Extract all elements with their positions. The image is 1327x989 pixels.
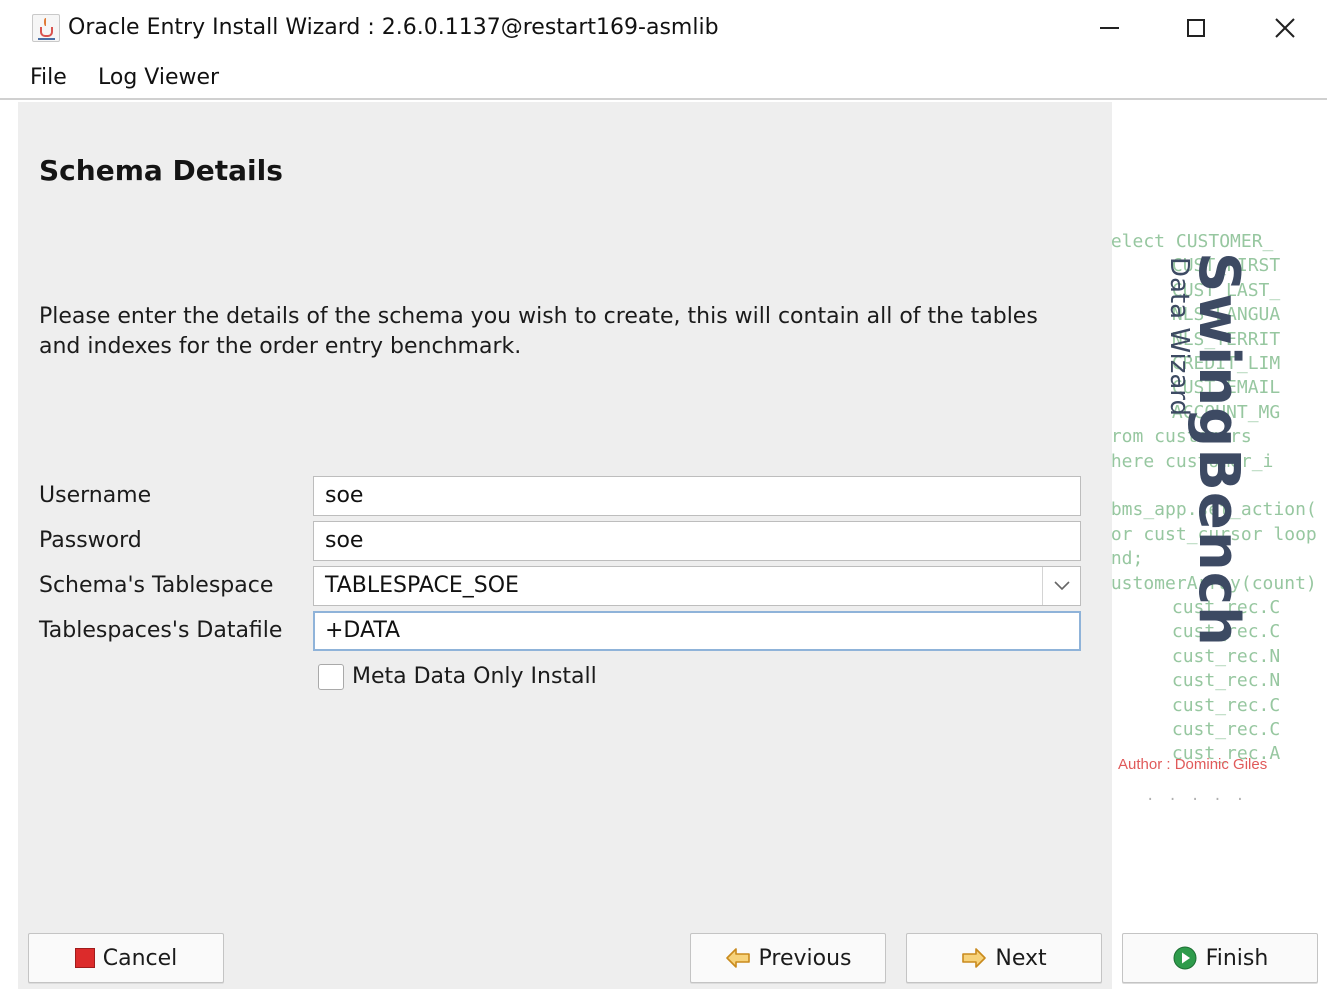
next-label: Next bbox=[995, 945, 1047, 971]
username-field[interactable]: soe bbox=[313, 476, 1081, 516]
page-description: Please enter the details of the schema y… bbox=[39, 304, 1038, 359]
minimize-button[interactable] bbox=[1086, 8, 1132, 48]
tablespace-selected-value: TABLESPACE_SOE bbox=[325, 573, 519, 598]
window-title: Oracle Entry Install Wizard : 2.6.0.1137… bbox=[68, 15, 719, 40]
next-button[interactable]: Next bbox=[906, 933, 1102, 983]
previous-label: Previous bbox=[758, 945, 852, 971]
banner-code-line: cust_rec.N bbox=[1112, 670, 1281, 692]
banner-brand: SwingBench bbox=[1186, 252, 1251, 647]
java-coffee-cup-icon bbox=[32, 14, 60, 42]
datafile-label: Tablespaces's Datafile bbox=[39, 618, 283, 643]
arrow-right-icon bbox=[962, 948, 987, 968]
banner-code-line: end; bbox=[1112, 548, 1144, 570]
banner-code-line: cust_rec.C bbox=[1112, 719, 1281, 740]
password-field[interactable]: soe bbox=[313, 521, 1081, 561]
close-icon bbox=[1275, 18, 1295, 38]
page-title: Schema Details bbox=[39, 154, 283, 187]
banner-author: Author : Dominic Giles bbox=[1118, 756, 1268, 773]
banner-code-line: cust_rec.C bbox=[1112, 694, 1281, 716]
menu-log-viewer[interactable]: Log Viewer bbox=[98, 64, 219, 92]
maximize-icon bbox=[1187, 19, 1205, 37]
title-bar: Oracle Entry Install Wizard : 2.6.0.1137… bbox=[0, 0, 1327, 56]
username-label: Username bbox=[39, 483, 152, 508]
finish-label: Finish bbox=[1205, 945, 1269, 971]
banner-dots: ..... bbox=[1146, 788, 1259, 804]
cancel-button[interactable]: Cancel bbox=[28, 933, 224, 983]
wizard-content-panel: Schema Details Please enter the details … bbox=[18, 102, 1318, 989]
menu-file[interactable]: File bbox=[30, 64, 67, 92]
datafile-field[interactable]: +DATA bbox=[313, 611, 1081, 651]
arrow-left-icon bbox=[725, 948, 750, 968]
meta-data-only-checkbox[interactable] bbox=[318, 664, 344, 690]
finish-button[interactable]: Finish bbox=[1122, 933, 1318, 983]
dropdown-arrow-button[interactable] bbox=[1042, 567, 1080, 605]
play-circle-icon bbox=[1173, 946, 1197, 970]
stop-icon bbox=[74, 948, 95, 968]
close-button[interactable] bbox=[1262, 8, 1308, 48]
banner-code-line: cust_rec.N bbox=[1112, 645, 1281, 667]
banner-code-line: select CUSTOMER_ bbox=[1112, 231, 1274, 252]
tablespace-label: Schema's Tablespace bbox=[39, 573, 274, 598]
previous-button[interactable]: Previous bbox=[690, 933, 886, 983]
chevron-down-icon bbox=[1053, 581, 1070, 591]
tablespace-select[interactable]: TABLESPACE_SOE bbox=[313, 566, 1081, 606]
menu-bar: File Log Viewer bbox=[0, 56, 1327, 100]
swingbench-banner: select CUSTOMER_ CUST_FIRST CUST_LAST_ N… bbox=[1112, 102, 1319, 922]
password-label: Password bbox=[39, 528, 142, 553]
cancel-label: Cancel bbox=[102, 945, 178, 971]
meta-data-only-label[interactable]: Meta Data Only Install bbox=[352, 662, 597, 692]
maximize-button[interactable] bbox=[1173, 8, 1219, 48]
minimize-icon bbox=[1099, 27, 1119, 29]
